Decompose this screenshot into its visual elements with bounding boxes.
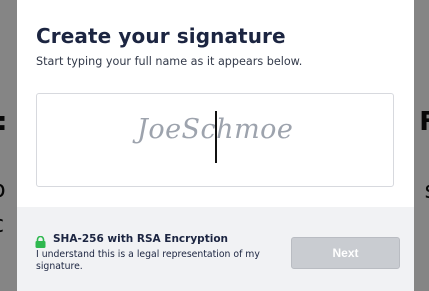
next-button[interactable]: Next xyxy=(291,237,400,269)
encryption-title: SHA-256 with RSA Encryption xyxy=(53,233,229,245)
modal-footer: SHA-256 with RSA Encryption I understand… xyxy=(17,207,414,291)
legal-disclaimer: I understand this is a legal representat… xyxy=(36,249,260,272)
signature-input[interactable]: JoeSchmoe xyxy=(36,93,394,187)
modal-subtitle: Start typing your full name as it appear… xyxy=(36,55,303,68)
signature-modal: Create your signature Start typing your … xyxy=(17,0,414,291)
text-caret xyxy=(215,111,217,163)
lock-icon xyxy=(35,233,46,248)
modal-title: Create your signature xyxy=(36,24,286,48)
